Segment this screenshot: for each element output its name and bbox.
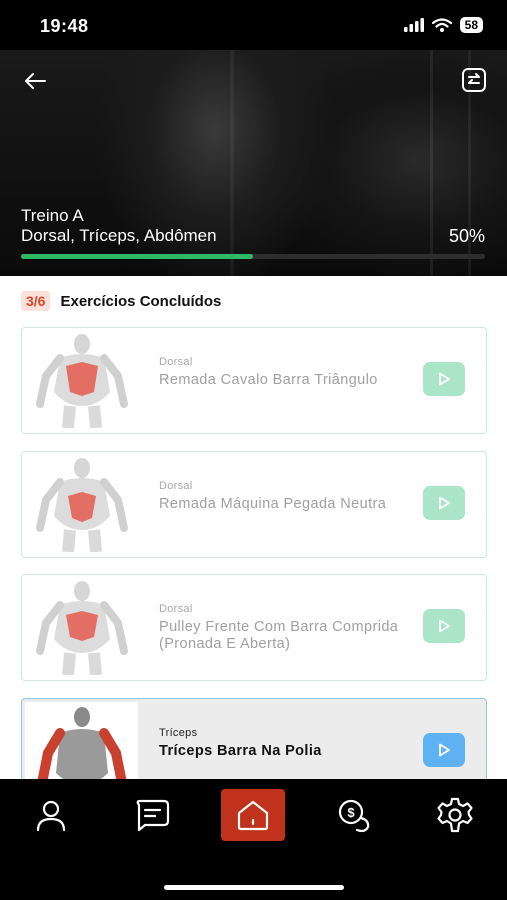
back-button[interactable] xyxy=(20,66,50,96)
progress-bar xyxy=(21,254,485,259)
back-muscles-illustration-icon xyxy=(35,334,128,428)
hero-background-detail xyxy=(230,50,234,276)
swap-workout-button[interactable] xyxy=(458,64,490,96)
play-icon xyxy=(439,496,450,510)
play-video-button[interactable] xyxy=(423,362,465,396)
play-icon xyxy=(439,619,450,633)
nav-home-button[interactable] xyxy=(221,789,285,841)
exercise-list-section: 3/6 Exercícios Concluídos Dorsal Remada … xyxy=(0,276,507,779)
exercise-category: Dorsal xyxy=(159,356,193,368)
nav-settings-button[interactable] xyxy=(423,789,487,841)
play-video-button[interactable] xyxy=(423,733,465,767)
completed-count-badge: 3/6 xyxy=(21,291,51,311)
swap-icon xyxy=(462,68,486,92)
nav-chat-button[interactable] xyxy=(120,789,184,841)
status-time: 19:48 xyxy=(40,16,89,36)
exercise-thumbnail xyxy=(25,702,138,779)
exercise-category: Dorsal xyxy=(159,603,193,615)
chat-icon xyxy=(136,799,170,832)
progress-bar-fill xyxy=(21,254,253,259)
exercise-card[interactable]: Dorsal Pulley Frente Com Barra Comprida … xyxy=(21,574,487,681)
exercise-thumbnail xyxy=(25,331,138,429)
workout-muscles: Dorsal, Tríceps, Abdômen xyxy=(21,226,217,245)
exercise-card[interactable]: Dorsal Remada Máquina Pegada Neutra xyxy=(21,451,487,558)
exercise-thumbnail xyxy=(25,455,138,553)
status-bar: 19:48 58 xyxy=(0,0,507,50)
play-video-button[interactable] xyxy=(423,609,465,643)
payments-icon: $ xyxy=(338,799,370,833)
exercise-card[interactable]: Dorsal Remada Cavalo Barra Triângulo xyxy=(21,327,487,434)
play-icon xyxy=(439,743,450,757)
back-muscles-illustration-icon xyxy=(35,581,128,675)
nav-profile-button[interactable] xyxy=(19,789,83,841)
exercise-name: Pulley Frente Com Barra Comprida (Pronad… xyxy=(159,619,399,652)
nav-payments-button[interactable]: $ xyxy=(322,789,386,841)
signal-icon xyxy=(403,18,424,32)
home-icon xyxy=(237,800,269,831)
exercise-card[interactable]: Tríceps Tríceps Barra Na Polia xyxy=(21,698,487,779)
arrow-left-icon xyxy=(25,73,46,89)
exercise-name: Tríceps Barra Na Polia xyxy=(159,743,322,759)
wifi-icon xyxy=(431,18,452,32)
bottom-navigation: $ xyxy=(0,779,507,900)
workout-title: Treino A xyxy=(21,206,84,225)
play-icon xyxy=(439,372,450,386)
settings-icon xyxy=(437,797,473,833)
exercise-name: Remada Cavalo Barra Triângulo xyxy=(159,372,378,388)
hero-background-detail xyxy=(430,50,433,276)
home-indicator xyxy=(164,885,344,890)
exercise-name: Remada Máquina Pegada Neutra xyxy=(159,496,387,512)
completed-label: Exercícios Concluídos xyxy=(60,292,222,310)
completion-summary: 3/6 Exercícios Concluídos xyxy=(21,291,221,311)
exercise-thumbnail xyxy=(25,578,138,676)
progress-percent: 50% xyxy=(448,226,485,246)
exercise-category: Tríceps xyxy=(159,727,198,739)
back-muscles-illustration-icon xyxy=(35,458,128,552)
play-video-button[interactable] xyxy=(423,486,465,520)
svg-text:$: $ xyxy=(347,805,355,820)
status-icons: 58 xyxy=(403,17,483,33)
triceps-illustration-icon xyxy=(37,707,126,779)
workout-hero: Treino A Dorsal, Tríceps, Abdômen 50% xyxy=(0,50,507,276)
exercise-category: Dorsal xyxy=(159,480,193,492)
battery-indicator: 58 xyxy=(459,17,483,33)
profile-icon xyxy=(36,800,66,832)
